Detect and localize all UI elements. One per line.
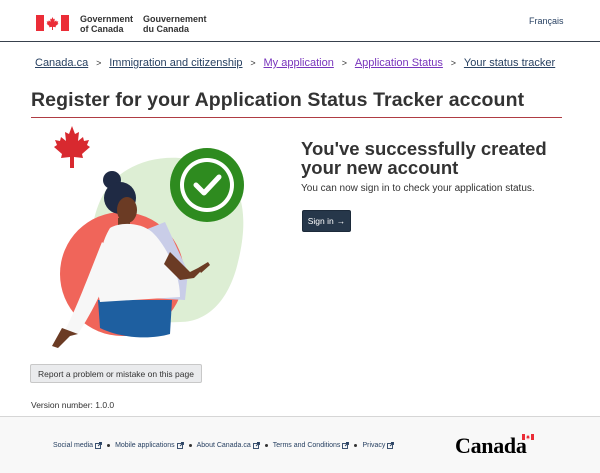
external-link-icon — [252, 442, 260, 449]
footer-link-terms-conditions[interactable]: Terms and Conditions — [273, 442, 350, 449]
external-link-icon — [95, 442, 103, 449]
language-toggle-link[interactable]: Français — [529, 16, 564, 26]
canada-wordmark: Canada — [455, 433, 527, 458]
report-problem-button[interactable]: Report a problem or mistake on this page — [30, 364, 202, 383]
footer-link-mobile-applications[interactable]: Mobile applications — [115, 442, 184, 449]
separator-dot — [107, 444, 111, 447]
separator-dot — [354, 444, 358, 447]
chevron-right-icon: > — [450, 58, 457, 68]
footer-link-about-canada-ca[interactable]: About Canada.ca — [197, 442, 260, 449]
breadcrumb-immigration-citizenship[interactable]: Immigration and citizenship — [109, 57, 242, 69]
government-signature-en: Government of Canada — [80, 14, 134, 34]
header-divider — [0, 41, 600, 42]
breadcrumb-canada-ca[interactable]: Canada.ca — [35, 57, 88, 69]
site-header: Government of Canada Gouvernement du Can… — [0, 0, 600, 41]
canada-wordmark-flag-icon — [522, 434, 534, 440]
separator-dot — [188, 444, 192, 447]
sign-in-label: Sign in — [307, 216, 334, 226]
chevron-right-icon: > — [250, 58, 256, 68]
site-footer: Social media Mobile applications About C… — [0, 416, 600, 473]
separator-dot — [264, 444, 268, 447]
external-link-icon — [342, 442, 350, 449]
version-number: Version number: 1.0.0 — [31, 400, 115, 410]
success-heading: You've successfully created your new acc… — [301, 138, 547, 178]
maple-leaf-icon — [54, 126, 90, 168]
title-underline — [31, 117, 562, 118]
government-signature-fr: Gouvernement du Canada — [143, 14, 207, 34]
breadcrumb-application-status[interactable]: Application Status — [355, 57, 443, 69]
chevron-right-icon: > — [341, 58, 347, 68]
external-link-icon — [387, 442, 395, 449]
page-title: Register for your Application Status Tra… — [31, 89, 525, 111]
breadcrumb-my-application[interactable]: My application — [264, 57, 334, 69]
external-link-icon — [176, 442, 184, 449]
breadcrumb-status-tracker[interactable]: Your status tracker — [464, 57, 555, 69]
checkmark-icon — [170, 148, 244, 222]
success-illustration — [52, 126, 244, 348]
chevron-right-icon: > — [96, 58, 102, 68]
canada-flag-icon — [36, 15, 69, 31]
sign-in-button[interactable]: Sign in → — [302, 210, 351, 232]
footer-link-privacy[interactable]: Privacy — [362, 442, 395, 449]
footer-link-social-media[interactable]: Social media — [53, 442, 103, 449]
footer-links: Social media Mobile applications About C… — [53, 442, 395, 449]
success-message: You can now sign in to check your applic… — [301, 183, 535, 194]
arrow-right-icon: → — [336, 216, 346, 226]
breadcrumb: Canada.ca > Immigration and citizenship … — [35, 57, 555, 69]
